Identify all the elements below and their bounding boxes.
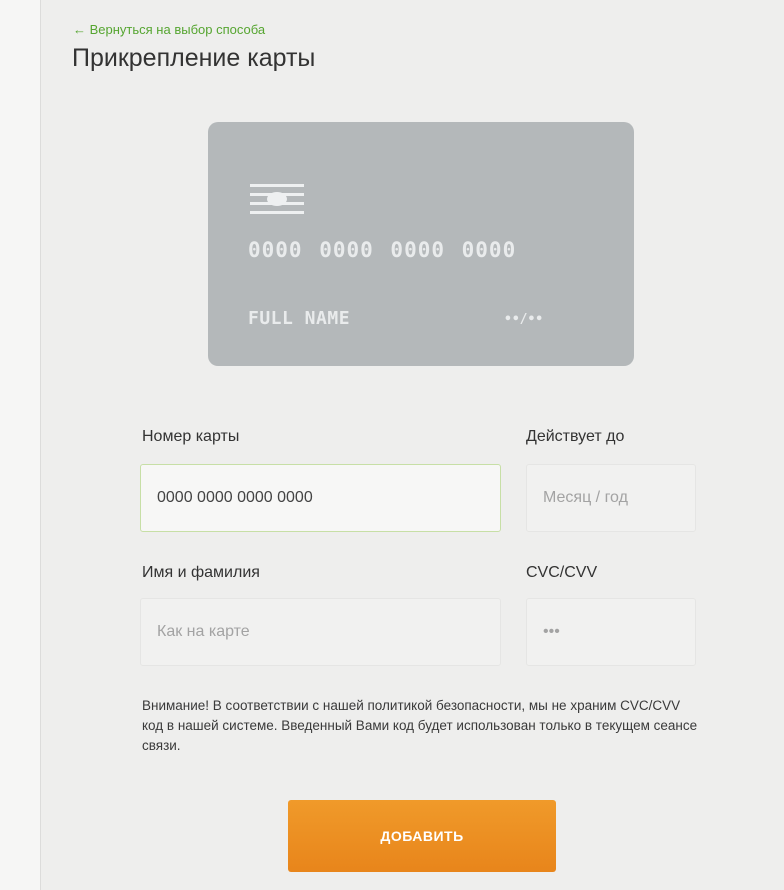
card-number-label: Номер карты — [142, 428, 240, 445]
expiry-label: Действует до — [526, 428, 625, 445]
card-number-input[interactable] — [140, 464, 501, 532]
card-chip-icon — [250, 184, 304, 214]
cvc-input[interactable] — [526, 598, 696, 666]
card-expiry-display: ••/•• — [504, 312, 544, 327]
back-to-methods-link[interactable]: ← Вернуться на выбор способа — [73, 22, 265, 37]
left-rail — [0, 0, 41, 890]
security-notice: Внимание! В соответствии с нашей политик… — [142, 698, 698, 753]
expiry-input[interactable] — [526, 464, 696, 532]
cvc-label: CVC/CVV — [526, 564, 598, 581]
card-number-display: 0000 0000 0000 0000 — [248, 238, 517, 262]
page-title: Прикрепление карты — [72, 44, 316, 72]
holder-name-label: Имя и фамилия — [142, 564, 260, 581]
card-holder-display: FULL NAME — [248, 308, 351, 329]
add-card-button[interactable]: ДОБАВИТЬ — [288, 800, 556, 872]
page: ← Вернуться на выбор способа Прикреплени… — [0, 0, 784, 890]
holder-name-input[interactable] — [140, 598, 501, 666]
card-preview: 0000 0000 0000 0000 FULL NAME ••/•• — [208, 122, 634, 366]
